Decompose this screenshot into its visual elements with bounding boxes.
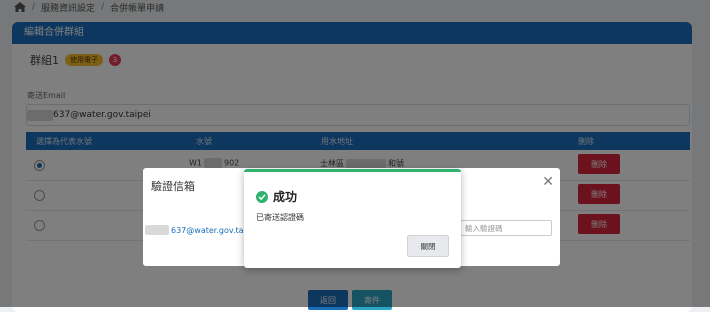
dialog-message: 已寄送認證碼 — [256, 213, 304, 222]
dialog-title: 成功 — [273, 190, 298, 204]
close-icon[interactable]: ✕ — [542, 174, 554, 190]
verification-code-input[interactable]: 輸入驗證碼 — [460, 220, 552, 236]
verify-email-address: 637@water.gov.taipei — [145, 225, 258, 235]
close-button[interactable]: 關閉 — [407, 235, 449, 257]
check-circle-icon — [256, 191, 268, 203]
success-dialog: 成功 已寄送認證碼 關閉 — [244, 169, 461, 268]
verify-modal-title: 驗證信箱 — [151, 180, 195, 193]
